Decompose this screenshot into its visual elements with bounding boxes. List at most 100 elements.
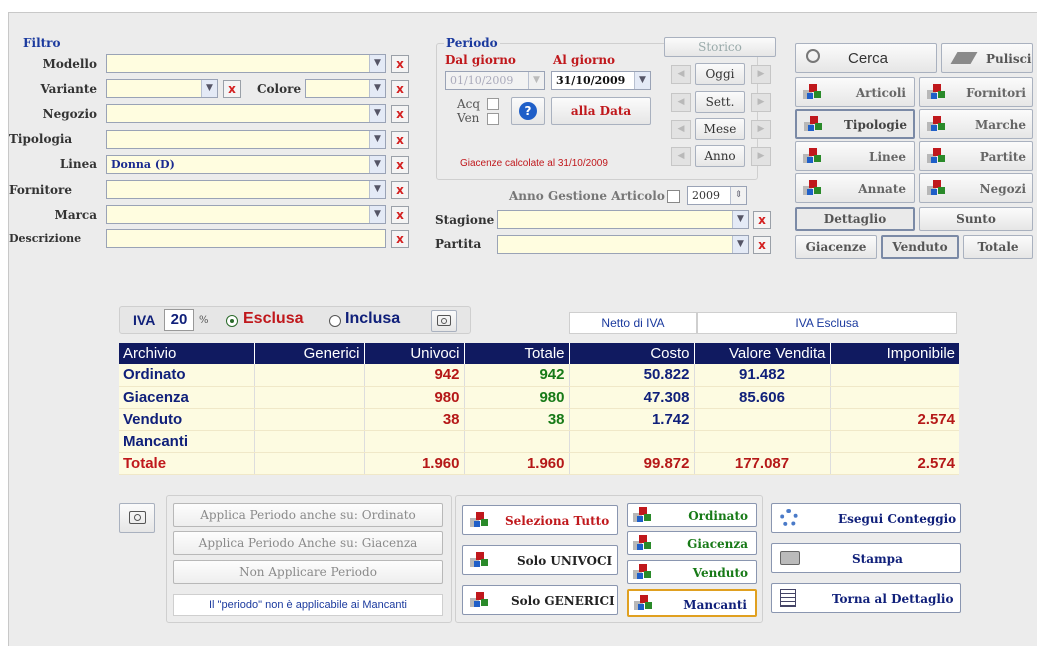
solo-generici-button[interactable]: Solo GENERICI [462,585,618,615]
oggi-prev-button[interactable]: ◀ [671,65,691,84]
table-row[interactable]: Giacenza 980 980 47.308 85.606 [119,386,959,409]
marca-combo[interactable]: ▼ [106,205,386,224]
clear-fornitore-button[interactable]: x [391,181,409,199]
camera-button[interactable] [431,310,457,332]
stampa-button[interactable]: Stampa [771,543,961,573]
oggi-button[interactable]: Oggi [695,63,745,85]
clear-descrizione-button[interactable]: x [391,230,409,248]
sett-prev-button[interactable]: ◀ [671,93,691,112]
anno-prev-button[interactable]: ◀ [671,147,691,166]
stagione-combo[interactable]: ▼ [497,210,749,229]
fornitori-button[interactable]: Fornitori [919,77,1033,107]
chevron-down-icon[interactable]: ▼ [369,55,385,72]
col-valore-vendita: Valore Vendita [693,343,830,364]
tipologia-combo[interactable]: ▼ [106,130,386,149]
modello-combo[interactable]: ▼ [106,54,386,73]
iva-input[interactable]: 20 [164,309,194,331]
descrizione-field[interactable] [106,229,386,248]
acq-checkbox[interactable] [487,98,499,110]
anno-gestione-spinner[interactable]: 2009 ⇕ [687,186,747,205]
chevron-down-icon[interactable]: ▼ [732,236,748,253]
giacenze-note: Giacenze calcolate al 31/10/2009 [460,158,608,169]
chevron-down-icon[interactable]: ▼ [634,72,650,89]
anno-next-button[interactable]: ▶ [751,147,771,166]
esclusa-radio[interactable] [226,315,238,327]
solo-generici-label: Solo GENERICI [511,594,615,608]
cell-totale: 980 [463,386,569,409]
table-row[interactable]: Ordinato 942 942 50.822 91.482 [119,364,959,387]
mese-next-button[interactable]: ▶ [751,120,771,139]
mese-button[interactable]: Mese [695,118,745,140]
chevron-down-icon[interactable]: ▼ [369,131,385,148]
help-button[interactable]: ? [511,97,545,125]
alla-data-button[interactable]: alla Data [551,97,651,125]
anno-button[interactable]: Anno [695,145,745,167]
chevron-down-icon[interactable]: ▼ [369,80,385,97]
oggi-next-button[interactable]: ▶ [751,65,771,84]
negozi-button[interactable]: Negozi [919,173,1033,203]
sunto-tab[interactable]: Sunto [919,207,1033,231]
chevron-down-icon[interactable]: ▼ [201,80,217,97]
applica-giacenza-button[interactable]: Applica Periodo Anche su: Giacenza [173,531,443,555]
mese-prev-button[interactable]: ◀ [671,120,691,139]
linea-combo[interactable]: Donna (D) ▼ [106,155,386,174]
iva-mode-box: IVA Esclusa [697,312,957,334]
variante-combo[interactable]: ▼ [106,79,218,98]
solo-univoci-button[interactable]: Solo UNIVOCI [462,545,618,575]
non-applicare-button[interactable]: Non Applicare Periodo [173,560,443,584]
torna-dettaglio-button[interactable]: Torna al Dettaglio [771,583,961,613]
chevron-down-icon[interactable]: ▼ [369,156,385,173]
venduto-toggle[interactable]: Venduto [627,560,757,584]
articoli-button[interactable]: Articoli [795,77,915,107]
clear-negozio-button[interactable]: x [391,105,409,123]
table-row[interactable]: Mancanti [119,430,959,453]
giacenze-tab[interactable]: Giacenze [795,235,877,259]
table-row[interactable]: Venduto 38 38 1.742 2.574 [119,408,959,431]
clear-tipologia-button[interactable]: x [391,131,409,149]
sett-next-button[interactable]: ▶ [751,93,771,112]
clear-modello-button[interactable]: x [391,55,409,73]
chevron-down-icon[interactable]: ▼ [732,211,748,228]
chevron-down-icon[interactable]: ▼ [369,206,385,223]
partita-combo[interactable]: ▼ [497,235,749,254]
inclusa-radio[interactable] [329,315,341,327]
seleziona-tutto-label: Seleziona Tutto [505,514,610,528]
colore-combo[interactable]: ▼ [305,79,386,98]
marche-button[interactable]: Marche [919,109,1033,139]
mancanti-toggle[interactable]: Mancanti [627,589,757,617]
tipologia-label: Tipologia [9,132,73,146]
seleziona-tutto-button[interactable]: Seleziona Tutto [462,505,618,535]
clear-linea-button[interactable]: x [391,156,409,174]
clear-stagione-button[interactable]: x [753,211,771,229]
stampa-label: Stampa [852,552,903,566]
fornitore-combo[interactable]: ▼ [106,180,386,199]
chevron-down-icon[interactable]: ▼ [369,105,385,122]
anno-gestione-checkbox[interactable] [667,190,680,203]
applica-ordinato-button[interactable]: Applica Periodo anche su: Ordinato [173,503,443,527]
sett-button[interactable]: Sett. [695,91,745,113]
al-giorno-date[interactable]: 31/10/2009 ▼ [551,71,651,90]
partite-button[interactable]: Partite [919,141,1033,171]
totale-tab[interactable]: Totale [963,235,1033,259]
linee-button[interactable]: Linee [795,141,915,171]
pulisci-button[interactable]: Pulisci [941,43,1033,73]
ordinato-toggle[interactable]: Ordinato [627,503,757,527]
esegui-conteggio-button[interactable]: Esegui Conteggio [771,503,961,533]
clear-partita-button[interactable]: x [753,236,771,254]
clear-variante-button[interactable]: x [223,80,241,98]
table-total-row[interactable]: Totale 1.960 1.960 99.872 177.087 2.574 [119,452,959,475]
spinner-icon[interactable]: ⇕ [730,187,746,204]
clear-marca-button[interactable]: x [391,206,409,224]
cerca-button[interactable]: Cerca [795,43,937,73]
storico-button[interactable]: Storico [664,37,776,57]
tipologie-button[interactable]: Tipologie [795,109,915,139]
venduto-tab[interactable]: Venduto [881,235,959,259]
giacenza-toggle[interactable]: Giacenza [627,531,757,555]
snapshot-button[interactable] [119,503,155,533]
ven-checkbox[interactable] [487,113,499,125]
negozio-combo[interactable]: ▼ [106,104,386,123]
dettaglio-tab[interactable]: Dettaglio [795,207,915,231]
clear-colore-button[interactable]: x [391,80,409,98]
annate-button[interactable]: Annate [795,173,915,203]
chevron-down-icon[interactable]: ▼ [369,181,385,198]
